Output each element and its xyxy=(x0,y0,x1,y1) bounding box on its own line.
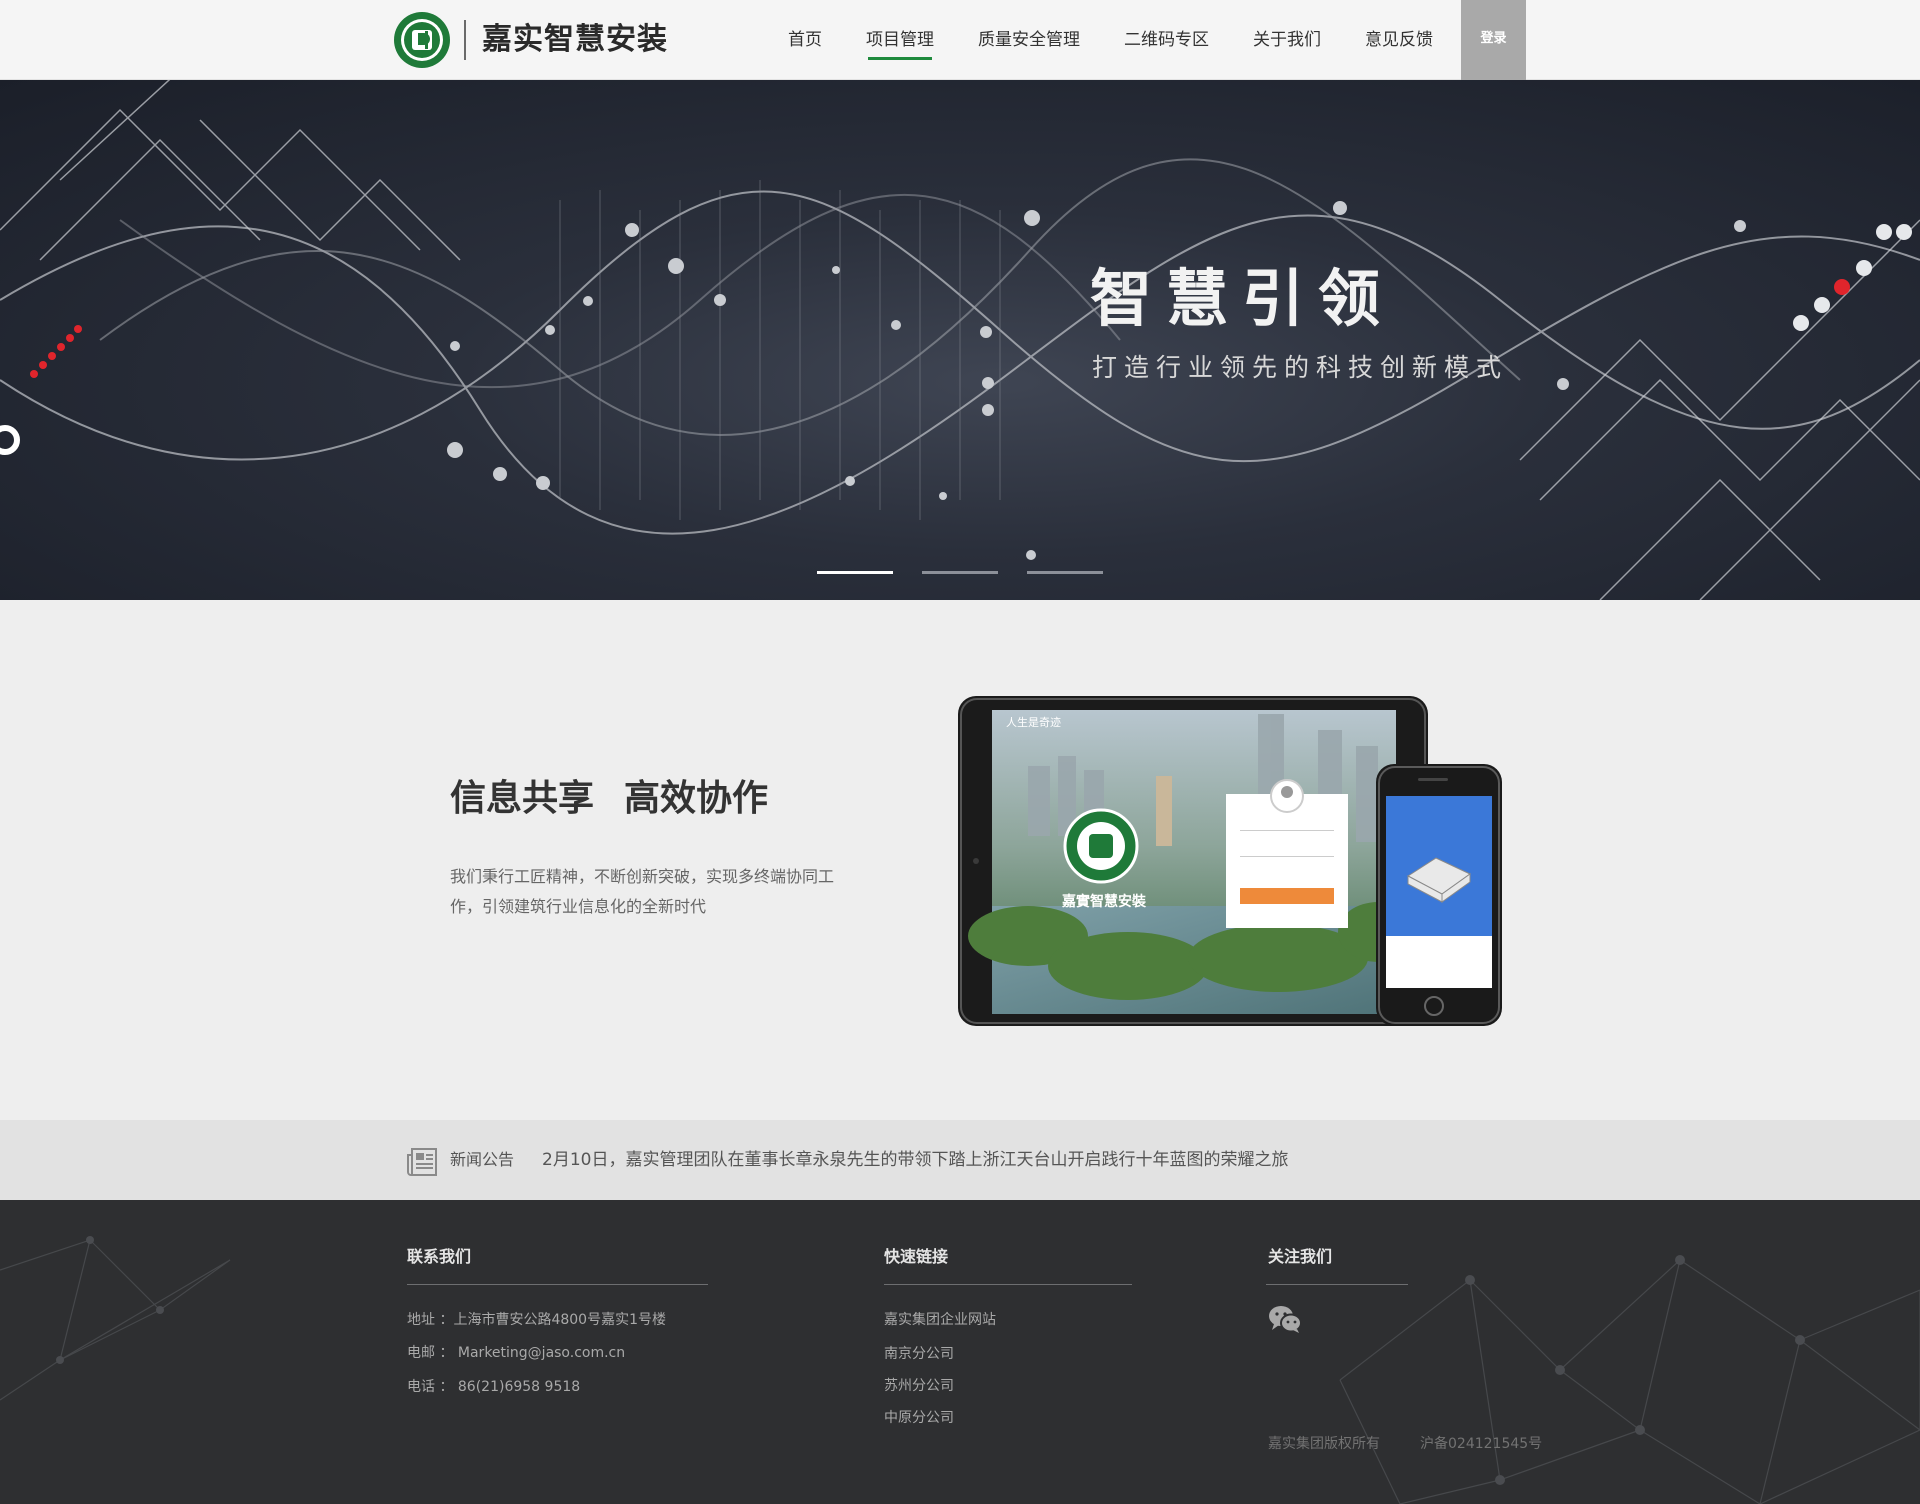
footer-address: 地址 ：上海市曹安公路4800号嘉实1号楼 xyxy=(407,1312,666,1328)
logo-divider xyxy=(464,20,466,60)
footer-link-suzhou[interactable]: 苏州分公司 xyxy=(884,1376,954,1396)
banner-dna-graphic xyxy=(0,80,1920,600)
footer-link-zhongyuan[interactable]: 中原分公司 xyxy=(884,1408,954,1428)
feature-section: 信息共享 高效协作 我们秉行工匠精神，不断创新突破，实现多终端协同工作，引领建筑行… xyxy=(0,600,1920,1120)
slide-indicator-1[interactable] xyxy=(817,571,893,574)
nav-item-about[interactable]: 关于我们 xyxy=(1231,0,1343,80)
footer-contact-heading: 联系我们 xyxy=(407,1247,472,1266)
footer-links-divider xyxy=(884,1284,1132,1285)
devices-illustration: 人生是奇迹 嘉實智慧安裝 xyxy=(958,696,1502,1026)
tablet-brand: 嘉實智慧安裝 xyxy=(1061,893,1147,910)
nav-item-feedback[interactable]: 意见反馈 xyxy=(1343,0,1455,80)
tablet-slogan: 人生是奇迹 xyxy=(1006,715,1061,729)
newspaper-icon xyxy=(407,1148,437,1176)
nav-item-project-management[interactable]: 项目管理 xyxy=(844,0,956,80)
news-bar: 新闻公告 2月10日，嘉实管理团队在董事长章永泉先生的带领下踏上浙江天台山开启践… xyxy=(0,1120,1920,1200)
feature-title: 信息共享 高效协作 xyxy=(450,776,768,822)
site-footer: 联系我们 地址 ：上海市曹安公路4800号嘉实1号楼 电邮 ： Marketin… xyxy=(0,1200,1920,1504)
login-button[interactable]: 登录 xyxy=(1461,0,1526,80)
nav-item-home[interactable]: 首页 xyxy=(766,0,844,80)
footer-icp[interactable]: 沪备024121545号 xyxy=(1420,1434,1542,1454)
slide-indicator-3[interactable] xyxy=(1027,571,1103,574)
hero-banner: 智慧引领 打造行业领先的科技创新模式 xyxy=(0,80,1920,600)
nav-item-qrcode[interactable]: 二维码专区 xyxy=(1102,0,1231,80)
news-label: 新闻公告 xyxy=(450,1150,515,1169)
slide-indicator-2[interactable] xyxy=(922,571,998,574)
footer-network-graphic xyxy=(0,1236,1920,1504)
banner-title: 智慧引领 xyxy=(1090,262,1395,335)
feature-title-part1: 信息共享 xyxy=(450,778,595,819)
footer-follow-divider xyxy=(1266,1284,1408,1285)
footer-link-group-site[interactable]: 嘉实集团企业网站 xyxy=(884,1310,996,1330)
footer-links-heading: 快速链接 xyxy=(884,1247,949,1266)
brand-name[interactable]: 嘉实智慧安装 xyxy=(482,20,668,60)
footer-follow-heading: 关注我们 xyxy=(1268,1247,1333,1266)
banner-subtitle: 打造行业领先的科技创新模式 xyxy=(1092,353,1509,382)
main-nav: 首页 项目管理 质量安全管理 二维码专区 关于我们 意见反馈 xyxy=(766,0,1455,80)
wechat-icon[interactable] xyxy=(1268,1304,1302,1334)
nav-item-quality-safety[interactable]: 质量安全管理 xyxy=(956,0,1102,80)
footer-phone: 电话 ： 86(21)6958 9518 xyxy=(407,1379,581,1395)
footer-contact-divider xyxy=(407,1284,708,1285)
footer-copyright: 嘉实集团版权所有 xyxy=(1268,1436,1380,1452)
news-headline-link[interactable]: 2月10日，嘉实管理团队在董事长章永泉先生的带领下踏上浙江天台山开启践行十年蓝图… xyxy=(542,1147,1288,1173)
feature-title-part2: 高效协作 xyxy=(624,778,769,819)
footer-email: 电邮 ： Marketing@jaso.com.cn xyxy=(407,1345,626,1361)
logo-icon[interactable] xyxy=(393,11,451,69)
site-header: 嘉实智慧安装 首页 项目管理 质量安全管理 二维码专区 关于我们 意见反馈 登录 xyxy=(0,0,1920,80)
feature-description: 我们秉行工匠精神，不断创新突破，实现多终端协同工作，引领建筑行业信息化的全新时代 xyxy=(450,867,835,916)
footer-link-nanjing[interactable]: 南京分公司 xyxy=(884,1344,954,1364)
